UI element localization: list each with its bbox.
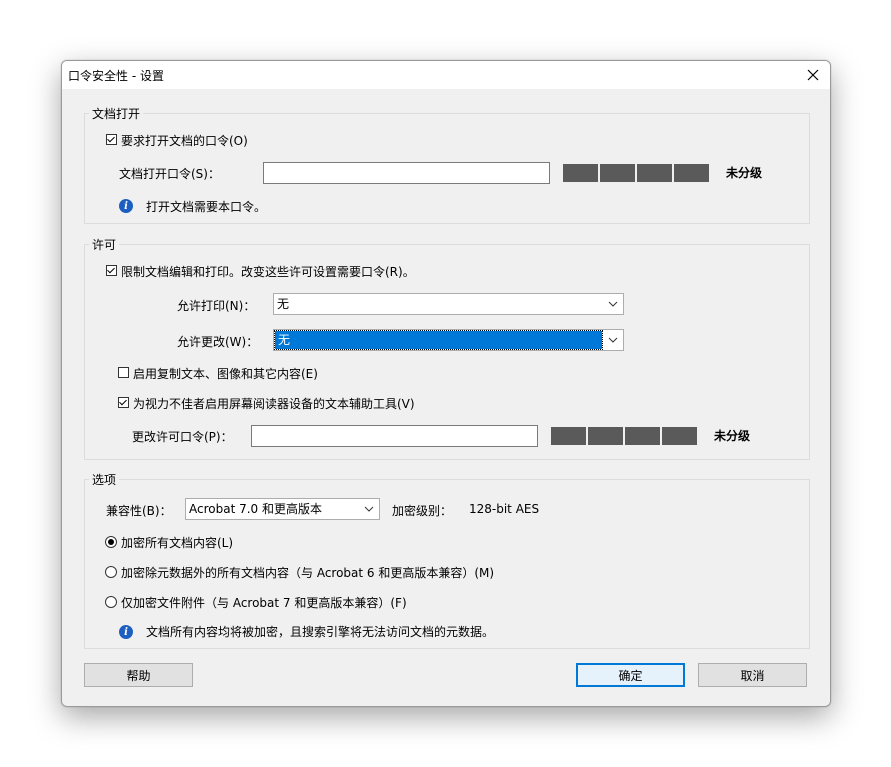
help-button[interactable]: 帮助 — [84, 663, 193, 687]
restrict-editing-checkbox[interactable] — [106, 265, 117, 276]
screen-reader-checkbox[interactable] — [118, 397, 129, 408]
permissions-group-label: 许可 — [89, 236, 120, 253]
chevron-down-icon[interactable] — [359, 499, 379, 519]
allow-change-value: 无 — [274, 330, 603, 350]
screen-reader-label[interactable]: 为视力不佳者启用屏幕阅读器设备的文本辅助工具(V) — [133, 395, 415, 412]
allow-change-select[interactable]: 无 — [273, 329, 624, 351]
title-bar: 口令安全性 - 设置 — [62, 61, 830, 89]
help-button-label: 帮助 — [126, 668, 151, 683]
info-icon: i — [119, 199, 133, 213]
cancel-button-label: 取消 — [740, 668, 765, 683]
change-password-strength-meter — [551, 427, 697, 445]
options-info-text: 文档所有内容均将被加密，且搜索引擎将无法访问文档的元数据。 — [146, 625, 495, 639]
open-password-label: 文档打开口令(S)： — [119, 167, 220, 181]
allow-print-value: 无 — [277, 297, 290, 311]
open-password-info-text: 打开文档需要本口令。 — [146, 200, 267, 214]
radio-encrypt-attachments[interactable] — [105, 596, 117, 608]
password-security-dialog: 口令安全性 - 设置 文档打开 要求打开文档的口令(O) 文档打开口令(S)： … — [61, 60, 831, 707]
allow-print-label: 允许打印(N)： — [177, 299, 256, 313]
ok-button[interactable]: 确定 — [576, 663, 685, 687]
restrict-editing-label[interactable]: 限制文档编辑和打印。改变这些许可设置需要口令(R)。 — [121, 263, 415, 280]
strength-segment — [637, 164, 672, 182]
change-password-strength-label: 未分级 — [714, 429, 751, 443]
strength-segment — [563, 164, 598, 182]
cancel-button[interactable]: 取消 — [698, 663, 807, 687]
radio-encrypt-attachments-label[interactable]: 仅加密文件附件（与 Acrobat 7 和更高版本兼容）(F) — [121, 594, 407, 611]
strength-segment — [674, 164, 709, 182]
doc-open-group-label: 文档打开 — [89, 105, 144, 122]
require-open-password-label[interactable]: 要求打开文档的口令(O) — [121, 132, 248, 149]
strength-segment — [662, 427, 697, 445]
strength-segment — [588, 427, 623, 445]
options-group-label: 选项 — [89, 471, 120, 488]
enable-copy-checkbox[interactable] — [118, 367, 129, 378]
encryption-level-label: 加密级别： — [392, 504, 453, 518]
enable-copy-label[interactable]: 启用复制文本、图像和其它内容(E) — [133, 365, 318, 382]
chevron-down-icon[interactable] — [603, 294, 623, 314]
radio-encrypt-except-metadata-label[interactable]: 加密除元数据外的所有文档内容（与 Acrobat 6 和更高版本兼容）(M) — [121, 564, 494, 581]
ok-button-label: 确定 — [618, 668, 643, 683]
radio-encrypt-except-metadata[interactable] — [105, 566, 117, 578]
compatibility-label: 兼容性(B)： — [106, 504, 172, 518]
strength-segment — [551, 427, 586, 445]
radio-encrypt-all-label[interactable]: 加密所有文档内容(L) — [121, 534, 233, 551]
strength-segment — [600, 164, 635, 182]
encryption-level-value: 128-bit AES — [469, 502, 540, 516]
radio-encrypt-all[interactable] — [105, 536, 117, 548]
allow-print-select[interactable]: 无 — [273, 293, 624, 315]
open-password-strength-meter — [563, 164, 709, 182]
strength-segment — [625, 427, 660, 445]
compatibility-select[interactable]: Acrobat 7.0 和更高版本 — [185, 498, 380, 520]
close-icon — [807, 69, 819, 81]
allow-change-label: 允许更改(W)： — [177, 335, 259, 349]
change-password-input[interactable] — [251, 425, 538, 447]
change-password-label: 更改许可口令(P)： — [132, 430, 233, 444]
close-button[interactable] — [796, 61, 830, 89]
window-title: 口令安全性 - 设置 — [68, 69, 164, 83]
compatibility-value: Acrobat 7.0 和更高版本 — [189, 502, 322, 516]
open-password-input[interactable] — [263, 162, 550, 184]
info-icon: i — [119, 625, 133, 639]
open-password-strength-label: 未分级 — [726, 166, 763, 180]
chevron-down-icon[interactable] — [603, 330, 623, 350]
require-open-password-checkbox[interactable] — [106, 134, 117, 145]
